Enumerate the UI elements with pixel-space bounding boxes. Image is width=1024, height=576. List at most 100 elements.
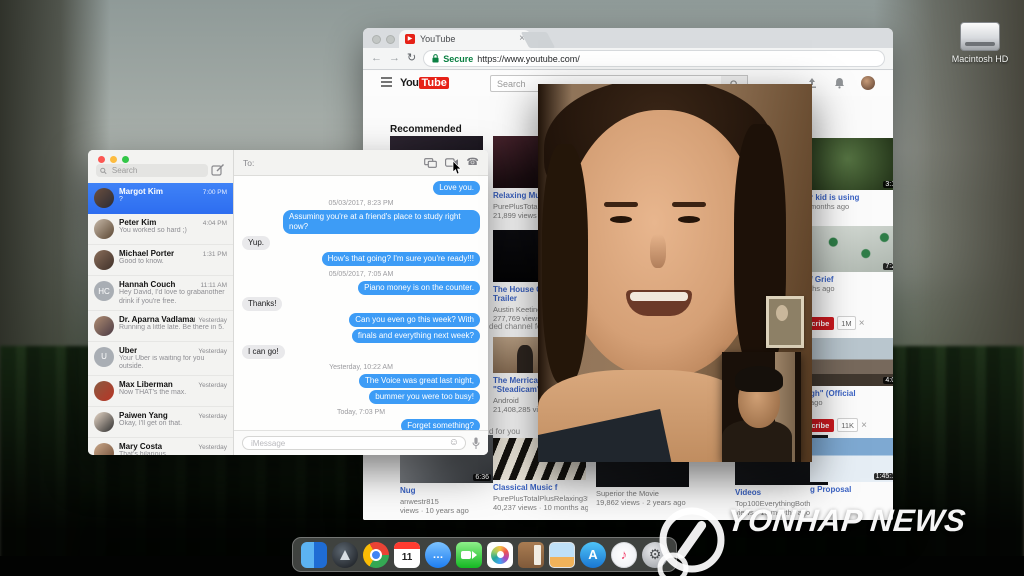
microphone-icon[interactable] <box>472 437 480 450</box>
youtube-logo[interactable]: You Tube <box>400 77 449 89</box>
conversation-row1: Margot Kim 7:00 PM <box>119 187 227 196</box>
video-card[interactable]: 4:08 gh" (Official ago <box>810 338 893 407</box>
browser-toolbar: ← → ↻ Secure https://www.youtube.com/ <box>363 48 893 70</box>
avatar <box>94 412 114 432</box>
calendar-dock-icon[interactable]: 11 <box>394 541 420 568</box>
conversation-item[interactable]: Paiwen Yang Yesterday Okay, I'll get on th… <box>88 407 233 438</box>
chat-message-list[interactable]: Love you. 05/03/2017, 8:23 PM Assuming you… <box>234 176 488 430</box>
chat-timestamp: 05/03/2017, 8:23 PM <box>328 200 394 207</box>
browser-tab[interactable]: ▶ YouTube × <box>399 30 531 48</box>
conversation-info: Uber Yesterday Your Uber is waiting for yo… <box>119 346 227 373</box>
outgoing-message-bubble[interactable]: bummer you were too busy! <box>369 390 480 404</box>
launchpad-dock-icon[interactable] <box>332 541 358 568</box>
dismiss-icon[interactable]: × <box>859 318 865 329</box>
app-store-dock-icon[interactable]: A <box>580 541 606 568</box>
video-thumbnail[interactable]: 7:28 <box>810 226 893 272</box>
minimize-window-button[interactable] <box>110 156 117 163</box>
outgoing-message-bubble[interactable]: The Voice was great last night, <box>359 374 480 388</box>
video-title[interactable]: Classical Music f <box>493 483 588 492</box>
messages-dock-icon[interactable]: … <box>425 541 451 568</box>
conversation-item[interactable]: Peter Kim 4:04 PM You worked so hard ;) <box>88 214 233 245</box>
conversation-preview: Okay, I'll get on that. <box>119 420 183 427</box>
system-preferences-dock-icon[interactable]: ⚙ <box>642 541 668 568</box>
incoming-message-bubble[interactable]: I can go! <box>242 345 285 359</box>
video-channel[interactable]: Top100EverythingBoth <box>735 499 830 508</box>
video-title[interactable]: r kid is using <box>810 193 893 202</box>
conversation-time: Yesterday <box>198 316 227 324</box>
video-channel[interactable]: anwestr815 <box>400 497 495 506</box>
conversation-item[interactable]: Dr. Aparna Vadlamani Yesterday Running a l… <box>88 311 233 342</box>
conversation-item[interactable]: U Uber Yesterday Your Uber is waiting for y… <box>88 342 233 376</box>
audio-call-icon[interactable]: ☎ <box>467 157 479 168</box>
emoji-icon[interactable]: ☺ <box>449 438 459 448</box>
preview-dock-icon[interactable] <box>549 541 575 568</box>
profile-avatar[interactable] <box>861 76 875 90</box>
dismiss-icon[interactable]: × <box>861 420 867 431</box>
facetime-dock-icon[interactable] <box>456 541 482 568</box>
conversation-row1: Michael Porter 1:31 PM <box>119 249 227 258</box>
window-controls[interactable] <box>98 156 129 163</box>
conversation-name: Mary Costa <box>119 442 163 451</box>
conversation-item[interactable]: Max Liberman Yesterday Now THAT's the max. <box>88 376 233 407</box>
search-icon <box>100 167 107 174</box>
video-title[interactable]: g Proposal <box>810 485 893 494</box>
close-window-button[interactable] <box>98 156 105 163</box>
video-title[interactable]: Nug <box>400 486 495 495</box>
conversation-item[interactable]: Margot Kim 7:00 PM? <box>88 183 233 214</box>
message-input[interactable] <box>249 437 447 449</box>
desktop: Macintosh HD ▶ YouTube × ← → ↻ Secure ht… <box>0 0 1024 576</box>
messages-search-input[interactable] <box>109 165 204 176</box>
address-bar[interactable]: Secure https://www.youtube.com/ <box>423 50 885 67</box>
photos-dock-icon[interactable] <box>487 541 513 568</box>
youtube-favicon: ▶ <box>405 34 415 44</box>
video-channel[interactable]: PurePlusTotalPlusRelaxing351 <box>493 494 588 503</box>
conversation-item[interactable]: Michael Porter 1:31 PM Good to know. <box>88 245 233 276</box>
video-thumbnail[interactable]: 1:45:13 <box>810 438 893 482</box>
video-title[interactable]: f Grief <box>810 275 893 284</box>
outgoing-message-bubble[interactable]: Piano money is on the counter. <box>358 281 480 295</box>
to-label: To: <box>243 157 255 168</box>
outgoing-message-bubble[interactable]: Love you. <box>433 181 480 195</box>
outgoing-message-bubble[interactable]: Forget something? <box>401 419 480 430</box>
back-icon[interactable]: ← <box>371 53 382 64</box>
outgoing-message-bubble[interactable]: finals and everything next week? <box>351 329 480 343</box>
video-call-window[interactable] <box>538 84 812 462</box>
outgoing-message-bubble[interactable]: Can you even go this week? With <box>349 313 480 327</box>
zoom-window-button[interactable] <box>122 156 129 163</box>
caller-hair-left <box>542 144 588 384</box>
bell-icon[interactable] <box>834 77 845 89</box>
video-card[interactable]: 3:12 r kid is using months ago <box>810 138 893 211</box>
hard-drive-icon[interactable] <box>960 22 1000 51</box>
incoming-message-bubble[interactable]: Yup. <box>242 236 271 250</box>
caller-brow <box>672 202 706 207</box>
conversation-info: Dr. Aparna Vadlamani Yesterday Running a l… <box>119 315 227 333</box>
message-input-field[interactable]: ☺ <box>242 436 466 450</box>
conversation-item[interactable]: HC Hannah Couch 11:11 AM Hey David, I'd lov… <box>88 276 233 311</box>
desktop-volume-icon[interactable]: Macintosh HD <box>944 22 1016 64</box>
video-card[interactable]: 1:45:13 g Proposal <box>810 438 893 494</box>
chrome-dock-icon[interactable] <box>363 541 389 568</box>
reload-icon[interactable]: ↻ <box>407 53 416 64</box>
outgoing-message-bubble[interactable]: Assuming you're at a friend's place to s… <box>283 210 480 234</box>
outgoing-message-bubble[interactable]: How's that going? I'm sure you're ready!… <box>321 252 480 266</box>
messages-search-field[interactable] <box>96 164 208 177</box>
avatar <box>94 188 114 208</box>
video-thumbnail[interactable]: 3:12 <box>810 138 893 190</box>
conversation-item[interactable]: Mary Costa Yesterday That's hilarious. <box>88 438 233 455</box>
itunes-dock-icon[interactable]: ♪ <box>611 541 637 568</box>
screen-share-icon[interactable] <box>423 157 437 168</box>
contacts-dock-icon[interactable] <box>518 541 544 568</box>
url-text: https://www.youtube.com/ <box>477 53 580 64</box>
finder-dock-icon[interactable] <box>301 541 327 568</box>
incoming-message-bubble[interactable]: Thanks! <box>242 297 283 311</box>
video-title[interactable]: gh" (Official <box>810 389 893 398</box>
menu-icon[interactable] <box>381 81 392 83</box>
video-card[interactable]: 7:28 f Grief ths ago <box>810 226 893 293</box>
conversation-time: 1:31 PM <box>202 251 227 258</box>
video-call-self-view[interactable] <box>722 352 801 462</box>
video-channel[interactable]: Superior the Movie <box>596 489 691 498</box>
forward-icon[interactable]: → <box>389 53 400 64</box>
youtube-header-icons <box>806 76 875 90</box>
compose-icon[interactable] <box>211 163 225 177</box>
video-thumbnail[interactable]: 4:08 <box>810 338 893 386</box>
